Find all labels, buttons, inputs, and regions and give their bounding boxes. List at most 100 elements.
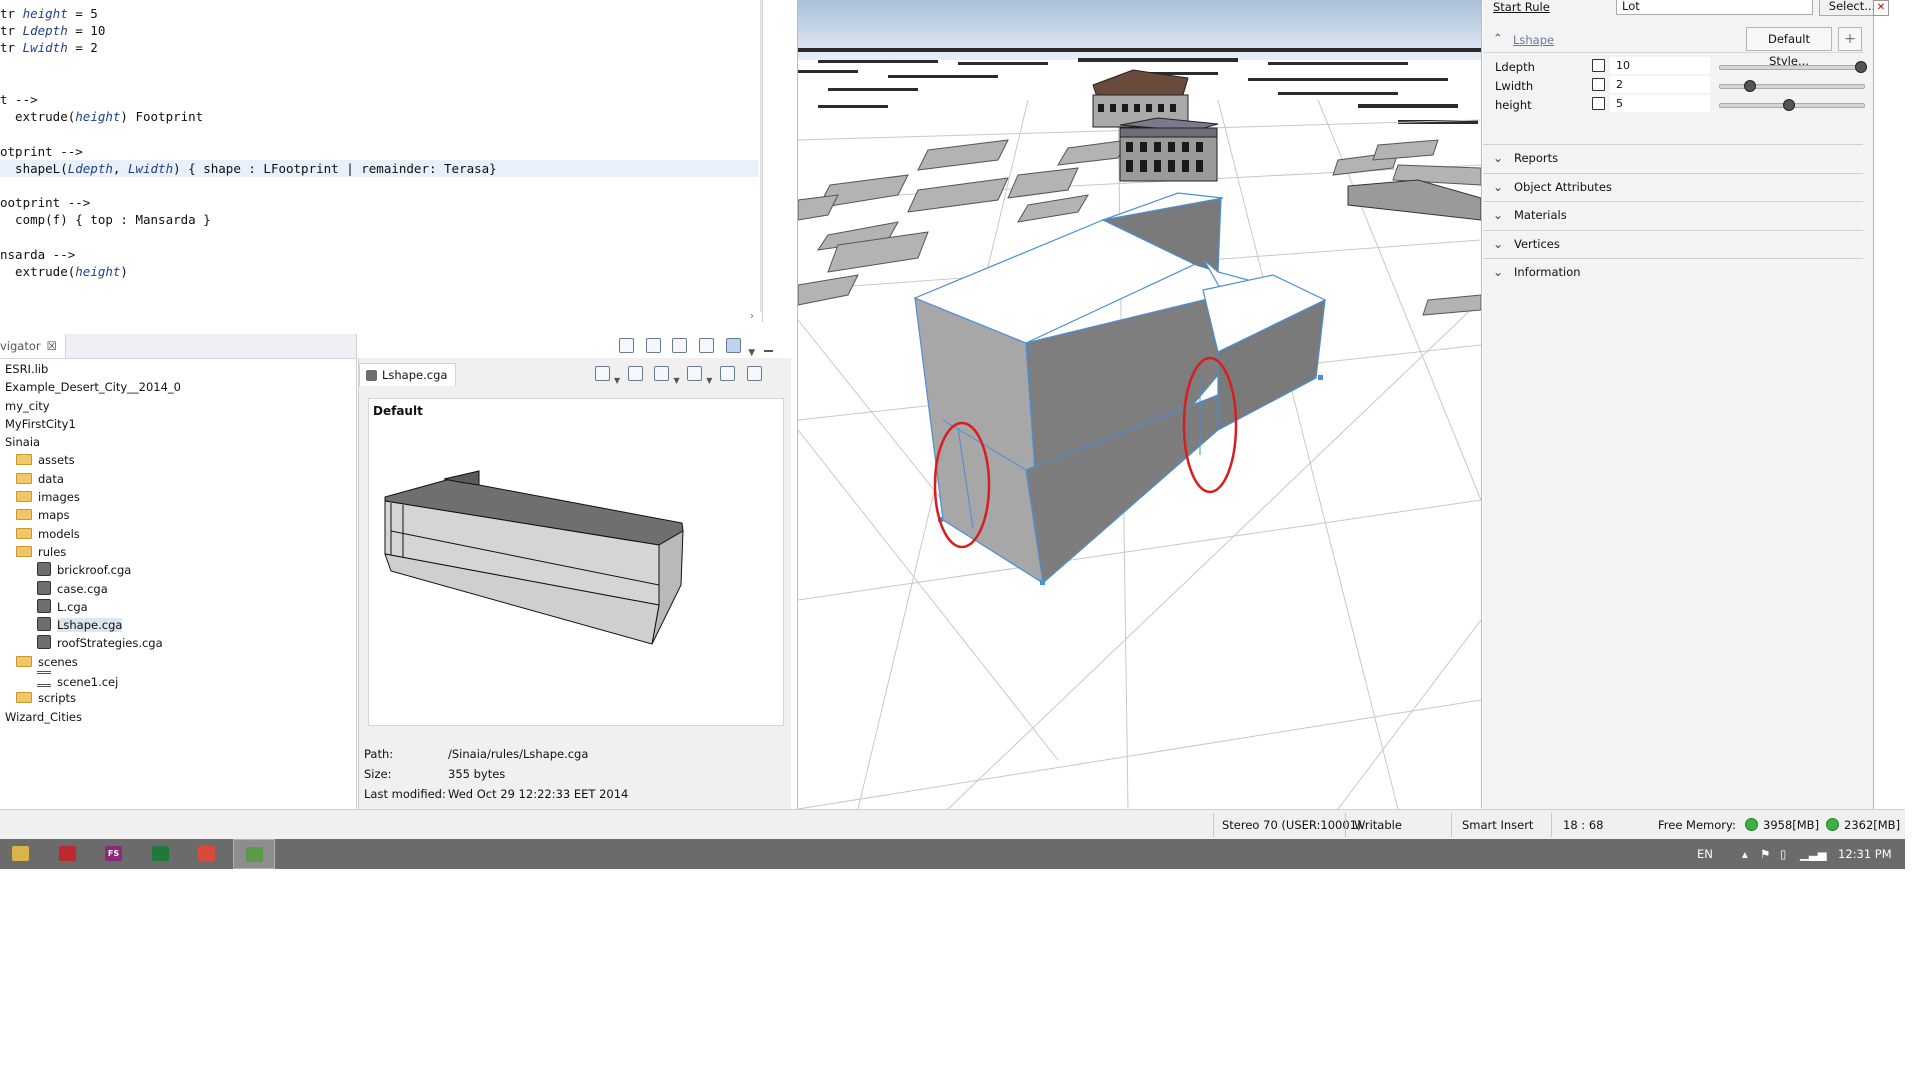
close-icon[interactable]: ✕ (1873, 0, 1889, 16)
link-editor-icon[interactable] (645, 338, 661, 353)
tree-item[interactable]: maps (0, 506, 356, 524)
taskbar-pdf-reader[interactable] (47, 839, 89, 869)
grid-icon[interactable] (595, 366, 610, 381)
battery-icon[interactable]: ▯ (1780, 839, 1786, 869)
minimize-icon[interactable] (763, 350, 773, 352)
tree-item[interactable]: L.cga (0, 598, 356, 616)
tree-item[interactable]: scripts (0, 689, 356, 707)
attribute-value-field[interactable]: 10 (1610, 57, 1710, 74)
tree-item[interactable]: scene1.cej (0, 671, 356, 689)
tree-item[interactable]: Example_Desert_City__2014_0 (0, 378, 356, 396)
preview-toolbar: ▼ ▼ ▼ (591, 364, 766, 385)
tree-item[interactable]: my_city (0, 397, 356, 415)
tree-item[interactable]: rules (0, 543, 356, 561)
start-rule-link[interactable]: Start Rule (1493, 0, 1550, 14)
section-object-attributes[interactable]: ⌄ Object Attributes (1483, 172, 1863, 201)
section-information[interactable]: ⌄ Information (1483, 258, 1863, 286)
taskbar-fs-app[interactable]: FS (93, 839, 135, 869)
taskbar-file-explorer[interactable] (0, 839, 42, 869)
code-line[interactable]: shapeL(Ldepth, Lwidth) { shape : LFootpr… (0, 159, 758, 177)
connect-icon[interactable] (1592, 78, 1605, 91)
chevron-down-icon[interactable]: ▼ (706, 376, 712, 385)
slider-thumb[interactable] (1854, 61, 1867, 73)
attribute-value-field[interactable]: 2 (1610, 76, 1710, 93)
connect-icon[interactable] (1592, 59, 1605, 72)
tree-item[interactable]: roofStrategies.cga (0, 634, 356, 652)
code-line[interactable] (0, 74, 758, 91)
tree-item[interactable]: Wizard_Cities (0, 708, 356, 726)
code-lines[interactable]: tr height = 5 tr Ldepth = 10 tr Lwidth = 2… (0, 5, 758, 280)
code-line[interactable]: nsarda --> (0, 246, 758, 263)
cube-icon[interactable] (720, 366, 736, 381)
code-line[interactable] (0, 125, 758, 142)
chevron-up-icon[interactable]: ⌃ (1493, 31, 1503, 45)
code-line[interactable]: tr height = 5 (0, 5, 758, 22)
code-line[interactable] (0, 228, 758, 245)
taskbar-browser[interactable] (186, 839, 228, 869)
tray-expand-icon[interactable]: ▴ (1742, 839, 1748, 869)
view-menu-icon[interactable]: ▼ (748, 348, 755, 358)
layout-icon[interactable] (746, 366, 762, 381)
section-materials[interactable]: ⌄ Materials (1483, 201, 1863, 229)
close-icon[interactable]: ☒ (47, 339, 57, 353)
tree-item[interactable]: data (0, 470, 356, 488)
camera-icon[interactable] (654, 366, 670, 381)
gear-icon[interactable] (687, 366, 703, 381)
tree-item[interactable]: MyFirstCity1 (0, 415, 356, 433)
tree-item[interactable]: scenes (0, 653, 356, 671)
chevron-down-icon[interactable]: ▼ (614, 376, 620, 385)
3d-viewport[interactable] (797, 0, 1482, 809)
cga-code-editor[interactable]: tr height = 5 tr Ldepth = 10 tr Lwidth = 2… (0, 0, 763, 322)
code-line[interactable]: tr Lwidth = 2 (0, 39, 758, 56)
code-line[interactable]: otprint --> (0, 143, 758, 160)
tree-item[interactable]: ESRI.lib (0, 360, 356, 378)
default-style-button[interactable]: Default Style... (1746, 27, 1832, 68)
chevron-down-icon[interactable]: ▼ (673, 376, 679, 385)
clock[interactable]: 12:31 PM (1838, 839, 1892, 869)
code-line[interactable] (0, 177, 758, 194)
section-vertices[interactable]: ⌄ Vertices (1483, 229, 1863, 258)
attribute-slider[interactable] (1719, 99, 1865, 111)
tree-item[interactable]: case.cga (0, 580, 356, 598)
model-preview-canvas[interactable] (368, 398, 784, 726)
section-reports[interactable]: ⌄ Reports (1483, 144, 1863, 172)
connect-icon[interactable] (1592, 97, 1605, 110)
attribute-slider[interactable] (1719, 61, 1867, 73)
list-view-icon[interactable] (698, 338, 714, 353)
tab-navigator[interactable]: vigator ☒ (0, 334, 66, 358)
tree-item[interactable]: Sinaia (0, 433, 356, 451)
frame-icon[interactable] (627, 366, 643, 381)
tree-item[interactable]: assets (0, 451, 356, 469)
code-line[interactable]: extrude(height) (0, 263, 758, 280)
add-style-button[interactable]: + (1838, 27, 1862, 51)
taskbar-cityengine[interactable] (232, 839, 275, 869)
tab-lshape-preview[interactable]: Lshape.cga (359, 363, 457, 386)
slider-thumb[interactable] (1782, 99, 1795, 111)
tree-item[interactable]: models (0, 525, 356, 543)
code-line[interactable]: t --> (0, 91, 758, 108)
collapse-all-icon[interactable] (619, 338, 634, 353)
flag-icon[interactable]: ⚑ (1760, 839, 1770, 869)
select-rule-button[interactable]: Select... (1819, 0, 1873, 16)
cityengine-window: tr height = 5 tr Ldepth = 10 tr Lwidth = 2… (0, 0, 1905, 869)
tree-item[interactable]: Lshape.cga (0, 616, 356, 634)
attribute-value-field[interactable]: 5 (1610, 95, 1710, 112)
start-rule-field[interactable]: Lot (1616, 0, 1813, 15)
taskbar-spreadsheet[interactable] (140, 839, 182, 869)
preview-toggle-icon[interactable] (725, 338, 741, 353)
tree-item[interactable]: images (0, 488, 356, 506)
language-indicator[interactable]: EN (1697, 839, 1713, 869)
code-line[interactable] (0, 57, 758, 74)
code-line[interactable]: comp(f) { top : Mansarda } (0, 211, 758, 228)
code-line[interactable]: extrude(height) Footprint (0, 108, 758, 125)
code-line[interactable]: tr Ldepth = 10 (0, 22, 758, 39)
slider-thumb[interactable] (1743, 80, 1756, 92)
rule-file-link[interactable]: Lshape (1513, 33, 1554, 47)
tree-item[interactable]: brickroof.cga (0, 561, 356, 579)
code-line[interactable]: ootprint --> (0, 194, 758, 211)
editor-scroll-thumb[interactable] (762, 0, 763, 292)
tree-view-icon[interactable] (672, 338, 688, 353)
signal-icon[interactable]: ▁▃▅ (1800, 839, 1827, 869)
scroll-right-icon[interactable]: › (750, 311, 754, 322)
attribute-slider[interactable] (1719, 80, 1865, 92)
